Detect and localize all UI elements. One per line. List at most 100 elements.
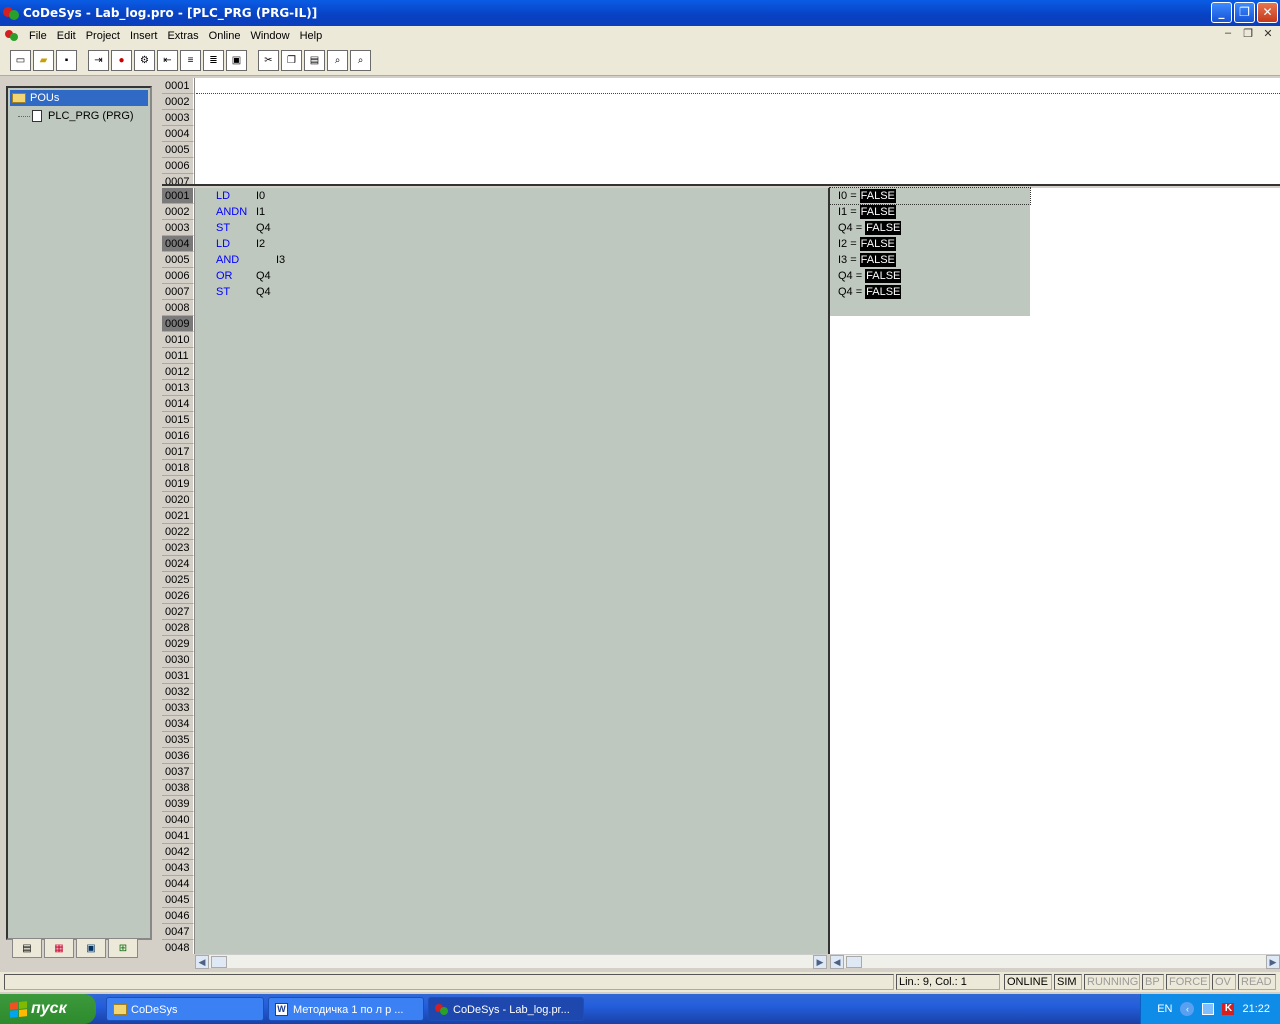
tree-item-pous[interactable]: POUs: [10, 90, 148, 106]
scroll-right-button[interactable]: ▶: [813, 955, 827, 969]
new-icon[interactable]: ▭: [10, 50, 31, 71]
monitor-value[interactable]: FALSE: [865, 285, 902, 299]
code-line[interactable]: ANDN I1: [216, 204, 285, 220]
line-number[interactable]: 0042: [162, 844, 194, 860]
task-codesys-project[interactable]: CoDeSys - Lab_log.pr...: [428, 997, 584, 1021]
line-number[interactable]: 0030: [162, 652, 194, 668]
line-number[interactable]: 0013: [162, 380, 194, 396]
line-number[interactable]: 0007: [162, 284, 194, 300]
line-number[interactable]: 0032: [162, 684, 194, 700]
line-number[interactable]: 0048: [162, 940, 194, 954]
save-icon[interactable]: ▪: [56, 50, 77, 71]
line-number[interactable]: 0037: [162, 764, 194, 780]
line-number[interactable]: 0035: [162, 732, 194, 748]
line-number[interactable]: 0047: [162, 924, 194, 940]
login-icon[interactable]: ⇥: [88, 50, 109, 71]
breakpoint-icon[interactable]: ▣: [226, 50, 247, 71]
monitor-value[interactable]: FALSE: [859, 237, 896, 251]
menu-online[interactable]: Online: [204, 27, 246, 45]
code-line[interactable]: ST Q4: [216, 220, 285, 236]
line-number[interactable]: 0039: [162, 796, 194, 812]
mdi-close-button[interactable]: ✕: [1260, 27, 1276, 40]
paste-icon[interactable]: ▤: [304, 50, 325, 71]
scroll-left-button[interactable]: ◀: [195, 955, 209, 969]
stop-icon[interactable]: ●: [111, 50, 132, 71]
monitor-value[interactable]: FALSE: [865, 221, 902, 235]
code-area[interactable]: LD I0 ANDN I1 ST Q4 LD I2 AND I3 OR Q4 ST Q4: [216, 188, 285, 300]
line-number[interactable]: 0024: [162, 556, 194, 572]
tab-data-types[interactable]: ▦: [44, 938, 74, 958]
line-number[interactable]: 0016: [162, 428, 194, 444]
line-number[interactable]: 0038: [162, 780, 194, 796]
code-line[interactable]: LD I2: [216, 236, 285, 252]
menu-insert[interactable]: Insert: [125, 27, 163, 45]
monitor-hscroll[interactable]: ◀ ▶: [830, 954, 1280, 969]
open-icon[interactable]: ▰: [33, 50, 54, 71]
scroll-thumb[interactable]: [846, 956, 862, 968]
line-number[interactable]: 0026: [162, 588, 194, 604]
line-number[interactable]: 0027: [162, 604, 194, 620]
line-number[interactable]: 0014: [162, 396, 194, 412]
menu-help[interactable]: Help: [295, 27, 328, 45]
line-number[interactable]: 0011: [162, 348, 194, 364]
scroll-thumb[interactable]: [211, 956, 227, 968]
code-line[interactable]: LD I0: [216, 188, 285, 204]
scroll-left-button[interactable]: ◀: [830, 955, 844, 969]
monitor-value[interactable]: FALSE: [859, 253, 896, 267]
declaration-editor[interactable]: 0001 0002 0003 0004 0005 0006 0007: [162, 78, 1280, 186]
mdi-minimize-button[interactable]: –: [1220, 27, 1236, 40]
code-line[interactable]: OR Q4: [216, 268, 285, 284]
tab-resources[interactable]: ⊞: [108, 938, 138, 958]
step-in-icon[interactable]: ≣: [203, 50, 224, 71]
line-number[interactable]: 0004: [162, 236, 194, 252]
menu-window[interactable]: Window: [245, 27, 294, 45]
start-button[interactable]: пуск: [0, 994, 96, 1024]
doc-icon[interactable]: [4, 29, 22, 43]
line-number[interactable]: 0043: [162, 860, 194, 876]
tab-visualizations[interactable]: ▣: [76, 938, 106, 958]
line-number[interactable]: 0033: [162, 700, 194, 716]
line-number[interactable]: 0046: [162, 908, 194, 924]
line-number[interactable]: 0008: [162, 300, 194, 316]
minimize-button[interactable]: _: [1211, 2, 1232, 23]
line-number[interactable]: 0002: [162, 204, 194, 220]
tray-arrow-icon[interactable]: ‹: [1180, 1002, 1195, 1016]
line-number[interactable]: 0023: [162, 540, 194, 556]
line-number[interactable]: 0006: [162, 268, 194, 284]
line-number[interactable]: 0015: [162, 412, 194, 428]
line-number[interactable]: 0019: [162, 476, 194, 492]
line-number[interactable]: 0018: [162, 460, 194, 476]
line-number[interactable]: 0012: [162, 364, 194, 380]
line-number[interactable]: 0009: [162, 316, 194, 332]
line-number[interactable]: 0029: [162, 636, 194, 652]
line-number[interactable]: 0040: [162, 812, 194, 828]
line-number[interactable]: 0031: [162, 668, 194, 684]
line-number[interactable]: 0034: [162, 716, 194, 732]
line-number[interactable]: 0041: [162, 828, 194, 844]
menu-edit[interactable]: Edit: [52, 27, 81, 45]
monitor-value[interactable]: FALSE: [859, 205, 896, 219]
il-editor[interactable]: 0001 0002 0003 0004 0005 0006 0007 0008 0009 0010…: [162, 188, 828, 954]
menu-project[interactable]: Project: [81, 27, 125, 45]
network-icon[interactable]: [1202, 1003, 1215, 1015]
line-number[interactable]: 0003: [162, 220, 194, 236]
run-icon[interactable]: ⚙: [134, 50, 155, 71]
line-number[interactable]: 0005: [162, 252, 194, 268]
line-number[interactable]: 0021: [162, 508, 194, 524]
line-number[interactable]: 0044: [162, 876, 194, 892]
close-button[interactable]: ✕: [1257, 2, 1278, 23]
line-number[interactable]: 0017: [162, 444, 194, 460]
menu-file[interactable]: File: [24, 27, 52, 45]
find-next-icon[interactable]: ⌕: [350, 50, 371, 71]
scroll-right-button[interactable]: ▶: [1266, 955, 1280, 969]
line-number[interactable]: 0022: [162, 524, 194, 540]
logout-icon[interactable]: ⇤: [157, 50, 178, 71]
language-indicator[interactable]: EN: [1157, 1003, 1172, 1015]
task-word-doc[interactable]: W Методичка 1 по л р ...: [268, 997, 424, 1021]
line-number[interactable]: 0036: [162, 748, 194, 764]
code-line[interactable]: AND I3: [216, 252, 285, 268]
copy-icon[interactable]: ❐: [281, 50, 302, 71]
line-number[interactable]: 0025: [162, 572, 194, 588]
editor-hscroll[interactable]: ◀ ▶: [195, 954, 827, 969]
tab-pous[interactable]: ▤: [12, 938, 42, 958]
